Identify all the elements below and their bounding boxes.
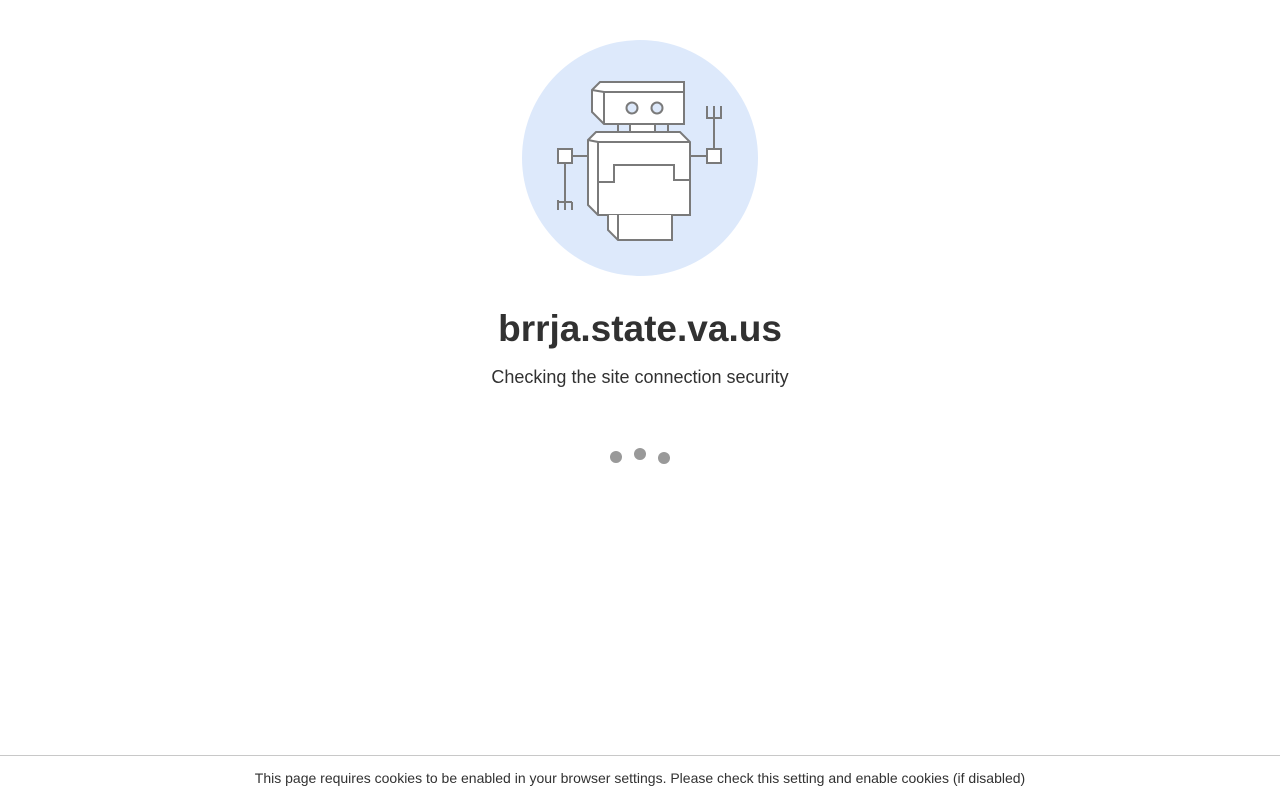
robot-icon (557, 81, 722, 241)
cookie-notice-text: This page requires cookies to be enabled… (254, 770, 1026, 786)
loading-dot (634, 448, 646, 460)
security-check-message: Checking the site connection security (491, 367, 789, 387)
loading-indicator (600, 440, 680, 470)
site-domain-title: brrja.state.va.us (498, 308, 782, 349)
loading-dot (610, 451, 622, 463)
robot-illustration (522, 40, 758, 276)
challenge-page: brrja.state.va.us Checking the site conn… (0, 0, 1280, 800)
loading-dot (658, 452, 670, 464)
cookie-notice-footer: This page requires cookies to be enabled… (0, 755, 1280, 800)
